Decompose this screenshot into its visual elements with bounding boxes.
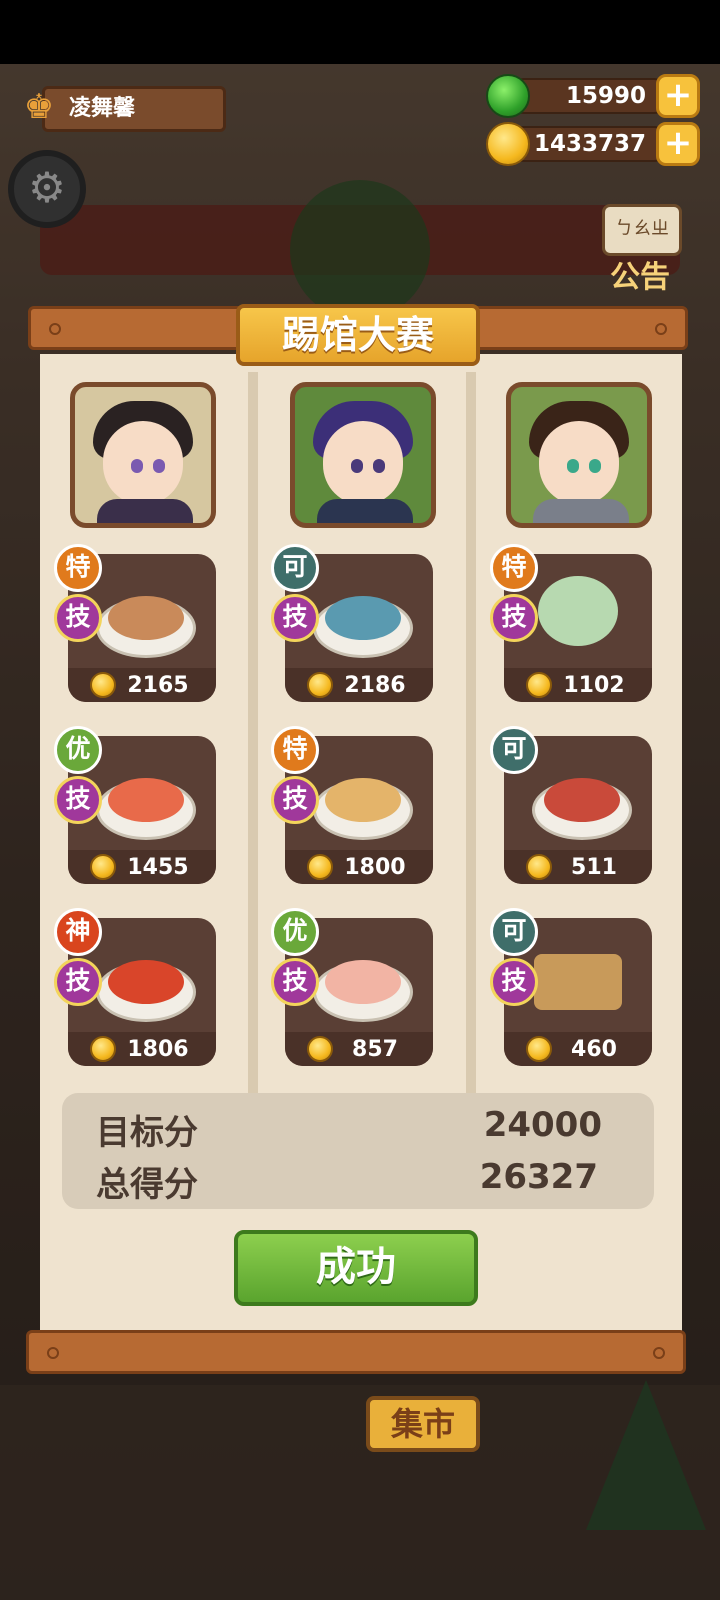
skill-badge: 技 [271,958,319,1006]
dish-score: 857 [352,1037,398,1062]
eye [589,459,601,473]
bottom-scroll-rod [26,1330,686,1374]
crayfish-platter-icon [108,960,184,1004]
dish-score: 511 [571,855,617,880]
nail-icon [49,323,61,335]
robe [317,499,413,523]
coin-icon [307,672,333,698]
add-coins-button[interactable]: + [656,122,700,166]
coin-icon [526,1036,552,1062]
skill-badge: 技 [271,776,319,824]
nail-icon [47,1347,59,1359]
shrimp-tofu-icon [325,960,401,1004]
grade-badge: 可 [271,544,319,592]
coin-icon [90,672,116,698]
coin-icon [307,854,333,880]
total-score-label: 总得分 [96,1165,198,1205]
coin-icon [307,1036,333,1062]
grade-badge: 神 [54,908,102,956]
skill-badge: 技 [490,958,538,1006]
dish-card[interactable]: 1806 神 技 [54,908,216,1066]
dish-card[interactable]: 857 优 技 [271,908,433,1066]
dish-score: 1806 [127,1037,189,1062]
dish-card[interactable]: 1455 优 技 [54,726,216,884]
status-bar [0,0,720,64]
market-sign[interactable]: 集市 [366,1396,480,1452]
dumpling-pot-icon [108,596,184,640]
player-profile[interactable]: 凌舞馨 ♚ [12,80,226,134]
dish-score: 460 [571,1037,617,1062]
settings-gear-icon[interactable]: ⚙ [8,150,86,228]
chef-portrait-2[interactable] [290,382,436,528]
chef-avatar-icon: ♚ [23,87,55,127]
grade-badge: 可 [490,908,538,956]
score-summary: 目标分 24000 总得分 26327 [62,1093,654,1209]
coin-counter: 1433737 + [486,122,700,166]
dialog-title: 踢馆大赛 [236,304,480,366]
announcement-button[interactable]: ㄅㄠㄓ 公告 [592,196,688,295]
green-gem-icon [486,74,530,118]
gold-coin-icon [486,122,530,166]
dish-card[interactable]: 1800 特 技 [271,726,433,884]
dish-card[interactable]: 2165 特 技 [54,544,216,702]
grade-badge: 特 [490,544,538,592]
grade-badge: 特 [271,726,319,774]
robe [533,499,629,523]
sponge-cake-icon [325,778,401,822]
skill-badge: 技 [54,594,102,642]
coin-icon [90,854,116,880]
seafood-salad-icon [108,778,184,822]
chef-portrait-3[interactable] [506,382,652,528]
skill-badge: 技 [271,594,319,642]
coin-icon [90,1036,116,1062]
coin-icon [526,854,552,880]
success-button[interactable]: 成功 [234,1230,478,1306]
eye [373,459,385,473]
dish-card[interactable]: 1102 特 技 [490,544,652,702]
skill-badge: 技 [490,594,538,642]
tea-set-icon [538,576,618,646]
grade-badge: 优 [54,726,102,774]
announcement-label: 公告 [610,260,670,295]
nail-icon [655,323,667,335]
coin-icon [526,672,552,698]
dish-score: 2165 [127,673,189,698]
target-score-label: 目标分 [96,1113,198,1153]
dish-card[interactable]: 2186 可 技 [271,544,433,702]
column-divider [248,372,258,1120]
robe [97,499,193,523]
dish-card[interactable]: 511 可 [490,726,652,884]
dish-score: 1455 [127,855,189,880]
grade-badge: 特 [54,544,102,592]
skill-badge: 技 [54,958,102,1006]
eye [351,459,363,473]
dish-score: 2186 [344,673,406,698]
face [103,421,183,505]
face [323,421,403,505]
gem-counter: 15990 + [486,74,700,118]
dish-score: 1800 [344,855,406,880]
blue-cake-icon [325,596,401,640]
grade-badge: 可 [490,726,538,774]
player-name: 凌舞馨 [42,86,226,132]
target-score-value: 24000 [483,1105,602,1145]
eye [567,459,579,473]
noodle-bowl-icon [544,778,620,822]
sushi-board-icon [534,954,622,1010]
chef-portrait-1[interactable] [70,382,216,528]
dish-card[interactable]: 460 可 技 [490,908,652,1066]
add-gems-button[interactable]: + [656,74,700,118]
coin-amount: 1433737 [506,126,672,162]
skill-badge: 技 [54,776,102,824]
nail-icon [653,1347,665,1359]
notice-sign-icon: ㄅㄠㄓ [602,204,682,256]
eye [153,459,165,473]
eye [131,459,143,473]
face [539,421,619,505]
column-divider [466,372,476,1120]
total-score-value: 26327 [479,1157,598,1197]
gem-amount: 15990 [506,78,672,114]
dish-score: 1102 [563,673,625,698]
grade-badge: 优 [271,908,319,956]
